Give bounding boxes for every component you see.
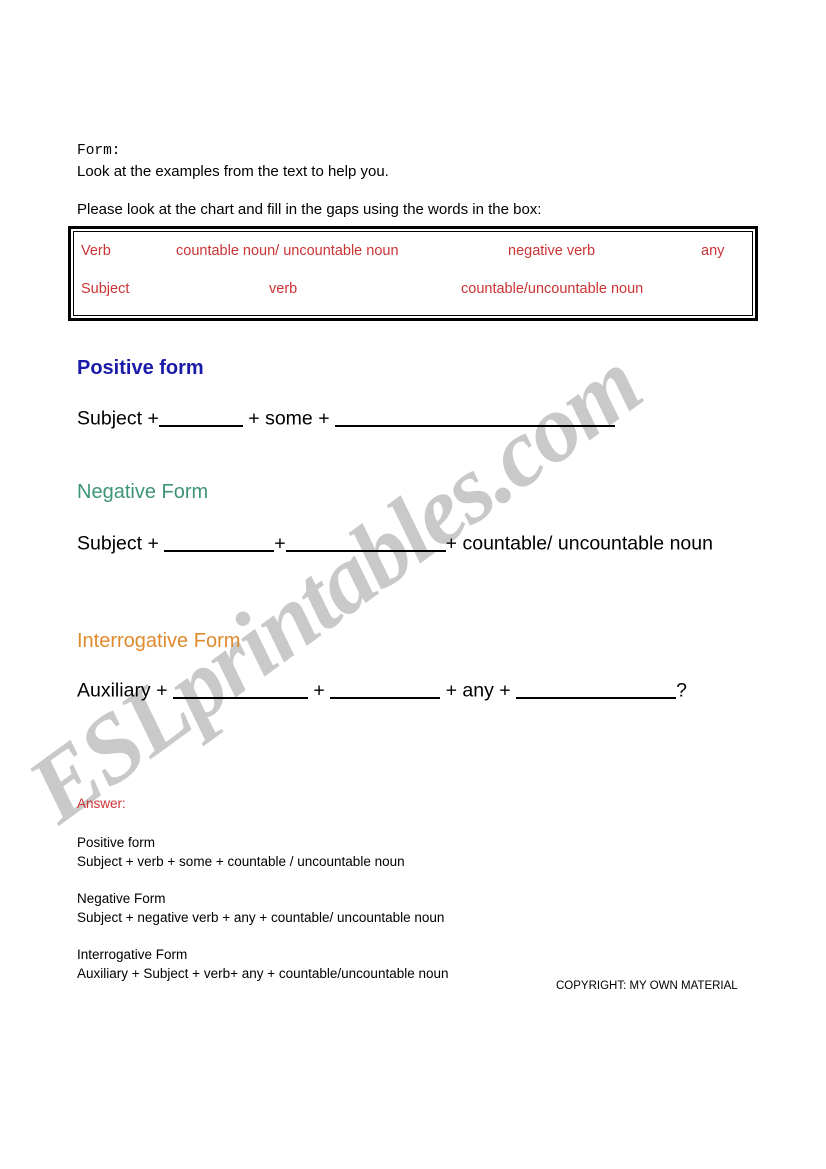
interrogative-question-mark: ? — [676, 679, 687, 702]
negative-blank-2[interactable] — [285, 531, 446, 552]
interrogative-blank-3[interactable] — [516, 678, 677, 699]
answer-label: Answer: — [77, 796, 126, 811]
word-bank-item-subject: Subject — [81, 281, 130, 297]
heading-positive-form: Positive form — [77, 357, 204, 379]
answer-formula-interrogative: Auxiliary + Subject + verb+ any + counta… — [77, 966, 449, 982]
negative-wrap-word: noun — [669, 532, 713, 555]
heading-interrogative-form: Interrogative Form — [77, 630, 241, 652]
answer-formula-negative: Subject + negative verb + any + countabl… — [77, 910, 445, 926]
word-bank-item-countable-uncountable-noun-2: countable/uncountable noun — [461, 281, 644, 297]
copyright-notice: COPYRIGHT: MY OWN MATERIAL — [556, 980, 738, 992]
answer-formula-positive: Subject + verb + some + countable / unco… — [77, 854, 405, 870]
word-bank-item-countable-uncountable-noun: countable noun/ uncountable noun — [176, 243, 399, 259]
answer-item-positive: Positive form Subject + verb + some + co… — [77, 833, 405, 871]
formula-negative-form: Subject + + + countable/ uncountable noun — [77, 531, 737, 557]
interrogative-blank-1[interactable] — [172, 678, 308, 699]
word-bank-item-negative-verb: negative verb — [508, 243, 596, 259]
answer-item-interrogative: Interrogative Form Auxiliary + Subject +… — [77, 945, 449, 983]
negative-prefix: Subject + — [77, 532, 159, 555]
instruction-line-2: Please look at the chart and fill in the… — [77, 201, 542, 218]
positive-prefix: Subject + — [77, 407, 159, 430]
word-bank-box: Verb countable noun/ uncountable noun ne… — [68, 226, 758, 321]
word-bank-inner-border — [73, 231, 753, 316]
word-bank-item-verb-lower: verb — [269, 281, 298, 297]
interrogative-plus: + — [313, 679, 325, 702]
word-bank-item-any: any — [701, 243, 725, 259]
interrogative-prefix: Auxiliary + — [77, 679, 168, 702]
answer-item-negative: Negative Form Subject + negative verb + … — [77, 889, 444, 927]
negative-blank-1[interactable] — [164, 531, 275, 552]
answer-title-positive: Positive form — [77, 835, 156, 850]
positive-middle: + some + — [248, 407, 330, 430]
positive-blank-1[interactable] — [158, 406, 243, 427]
negative-suffix: + countable/ uncountable — [445, 532, 665, 555]
worksheet-page: ESLprintables.com Form: Look at the exam… — [0, 0, 826, 1169]
answer-title-interrogative: Interrogative Form — [77, 947, 188, 962]
interrogative-middle: + any + — [445, 679, 511, 702]
interrogative-blank-2[interactable] — [330, 678, 441, 699]
heading-negative-form: Negative Form — [77, 481, 209, 503]
formula-interrogative-form: Auxiliary + + + any + ? — [77, 678, 687, 704]
answer-title-negative: Negative Form — [77, 891, 166, 906]
negative-plus: + — [274, 532, 286, 555]
instruction-line-1: Look at the examples from the text to he… — [77, 163, 389, 180]
formula-positive-form: Subject + + some + — [77, 406, 615, 432]
word-bank-item-verb: Verb — [81, 243, 111, 259]
positive-blank-2[interactable] — [335, 406, 615, 427]
form-label: Form: — [77, 143, 121, 159]
